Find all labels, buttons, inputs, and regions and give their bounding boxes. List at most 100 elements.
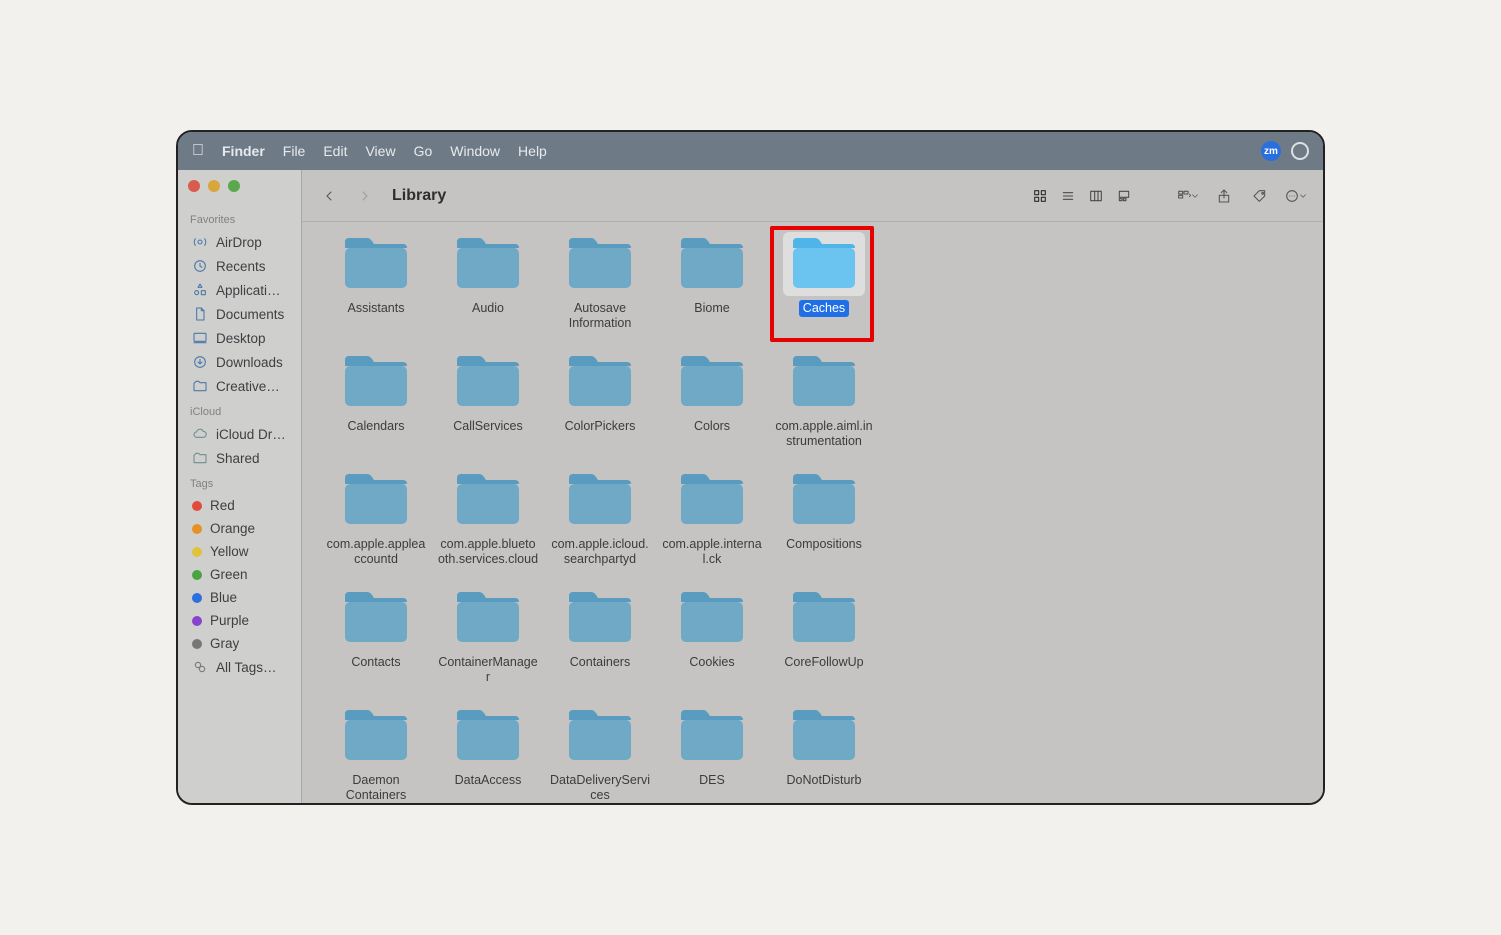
folder-label: com.apple.appleaccountd [321, 536, 431, 568]
folder-icon [789, 708, 859, 764]
folder-item[interactable]: DataDeliveryServices [544, 704, 656, 803]
folder-item[interactable]: Contacts [320, 586, 432, 686]
folder-content-area[interactable]: Assistants Audio Autosave Information Biome… [302, 222, 1323, 803]
sidebar-item[interactable]: Documents [188, 302, 291, 326]
menubar-zoom-badge-icon[interactable]: zm [1261, 141, 1281, 161]
folder-label: CallServices [449, 418, 526, 435]
sidebar-item[interactable]: Downloads [188, 350, 291, 374]
folder-label: com.apple.icloud.searchpartyd [545, 536, 655, 568]
airdrop-icon [192, 234, 208, 250]
menu-window[interactable]: Window [450, 143, 500, 159]
folder-icon [789, 236, 859, 292]
folder-item[interactable]: com.apple.appleaccountd [320, 468, 432, 568]
folder-item[interactable]: Containers [544, 586, 656, 686]
folder-item[interactable]: Autosave Information [544, 232, 656, 332]
folder-item[interactable]: DoNotDisturb [768, 704, 880, 803]
folder-icon [341, 590, 411, 646]
view-gallery-button[interactable] [1111, 183, 1137, 209]
sidebar-item-label: Yellow [210, 544, 249, 559]
folder-icon [341, 236, 411, 292]
sidebar-item[interactable]: Yellow [188, 540, 291, 563]
folder-item[interactable]: Daemon Containers [320, 704, 432, 803]
folder-item[interactable]: Colors [656, 350, 768, 450]
sidebar-item[interactable]: Purple [188, 609, 291, 632]
back-button[interactable] [316, 183, 342, 209]
folder-item[interactable]: CallServices [432, 350, 544, 450]
sidebar-item[interactable]: AirDrop [188, 230, 291, 254]
folder-icon [565, 354, 635, 410]
folder-item[interactable]: Cookies [656, 586, 768, 686]
view-icon-grid-button[interactable] [1027, 183, 1053, 209]
folder-item[interactable]: Calendars [320, 350, 432, 450]
view-columns-button[interactable] [1083, 183, 1109, 209]
sidebar-item[interactable]: Red [188, 494, 291, 517]
folder-item[interactable]: Compositions [768, 468, 880, 568]
menu-file[interactable]: File [283, 143, 306, 159]
group-by-button[interactable] [1175, 183, 1201, 209]
menu-edit[interactable]: Edit [323, 143, 347, 159]
sidebar-item[interactable]: Creative… [188, 374, 291, 398]
folder-icon [565, 708, 635, 764]
sidebar-item-label: Creative… [216, 379, 280, 394]
folder-item[interactable]: DataAccess [432, 704, 544, 803]
tags-button[interactable] [1247, 183, 1273, 209]
folder-item[interactable]: Audio [432, 232, 544, 332]
folder-label: DataDeliveryServices [545, 772, 655, 803]
sidebar-item[interactable]: All Tags… [188, 655, 291, 679]
folder-item[interactable]: com.apple.icloud.searchpartyd [544, 468, 656, 568]
sidebar-section-title: Tags [190, 478, 291, 490]
sidebar-item-label: Shared [216, 451, 260, 466]
more-actions-button[interactable] [1283, 183, 1309, 209]
menu-go[interactable]: Go [414, 143, 433, 159]
minimize-window-button[interactable] [208, 180, 220, 192]
folder-item[interactable]: CoreFollowUp [768, 586, 880, 686]
sidebar-item[interactable]: iCloud Dri… [188, 422, 291, 446]
view-mode-group [1027, 183, 1137, 209]
sidebar-item[interactable]: Recents [188, 254, 291, 278]
folder-item[interactable]: Caches [768, 232, 880, 332]
sidebar-item[interactable]: Green [188, 563, 291, 586]
sidebar-item[interactable]: Blue [188, 586, 291, 609]
folder-label: Audio [468, 300, 508, 317]
desktop-icon [192, 330, 208, 346]
menu-help[interactable]: Help [518, 143, 547, 159]
forward-button[interactable] [352, 183, 378, 209]
folder-label: Biome [690, 300, 733, 317]
close-window-button[interactable] [188, 180, 200, 192]
folder-item[interactable]: ContainerManager [432, 586, 544, 686]
folder-item[interactable]: com.apple.aiml.instrumentation [768, 350, 880, 450]
folder-label: com.apple.aiml.instrumentation [769, 418, 879, 450]
sidebar-item[interactable]: Orange [188, 517, 291, 540]
share-button[interactable] [1211, 183, 1237, 209]
sidebar-item[interactable]: Applicati… [188, 278, 291, 302]
folder-item[interactable]: DES [656, 704, 768, 803]
sidebar-item[interactable]: Shared [188, 446, 291, 470]
folder-item[interactable]: ColorPickers [544, 350, 656, 450]
shared-icon [192, 450, 208, 466]
tag-color-dot-icon [192, 547, 202, 557]
sidebar-item-label: Purple [210, 613, 249, 628]
apple-menu-icon[interactable]:  [192, 142, 204, 160]
sidebar-item-label: All Tags… [216, 660, 277, 675]
toolbar: Library [302, 170, 1323, 222]
menu-view[interactable]: View [365, 143, 395, 159]
folder-item[interactable]: Assistants [320, 232, 432, 332]
folder-icon [677, 354, 747, 410]
folder-item[interactable]: com.apple.bluetooth.services.cloud [432, 468, 544, 568]
menubar-siri-icon[interactable] [1291, 142, 1309, 160]
folder-item[interactable]: com.apple.internal.ck [656, 468, 768, 568]
zoom-window-button[interactable] [228, 180, 240, 192]
folder-label: Assistants [344, 300, 409, 317]
folder-label: Colors [690, 418, 734, 435]
menubar-app-name[interactable]: Finder [222, 143, 265, 159]
sidebar-item[interactable]: Gray [188, 632, 291, 655]
view-list-button[interactable] [1055, 183, 1081, 209]
folder-icon [453, 472, 523, 528]
tag-color-dot-icon [192, 639, 202, 649]
folder-item[interactable]: Biome [656, 232, 768, 332]
sidebar-item[interactable]: Desktop [188, 326, 291, 350]
folder-label: DataAccess [451, 772, 526, 789]
folder-icon [453, 590, 523, 646]
tag-color-dot-icon [192, 616, 202, 626]
sidebar-item-label: Red [210, 498, 235, 513]
